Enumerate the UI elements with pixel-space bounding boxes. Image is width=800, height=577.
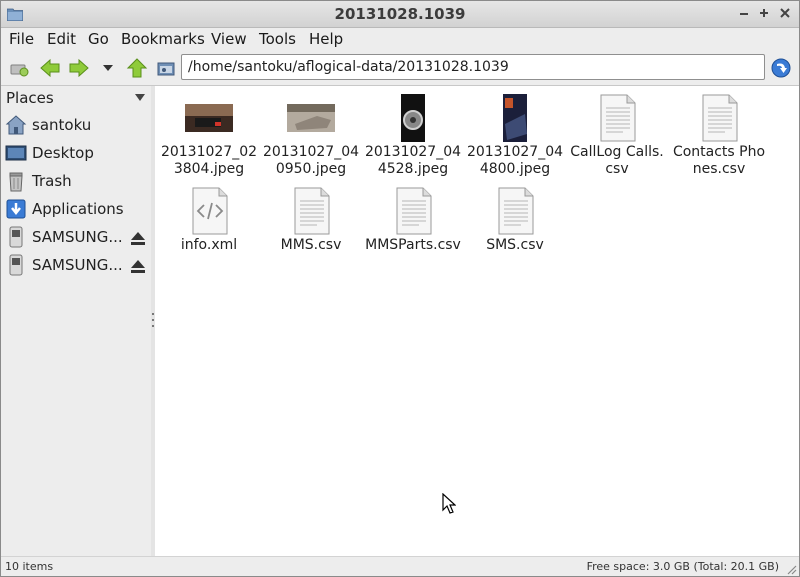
plus-icon	[760, 9, 768, 17]
back-arrow-icon	[40, 58, 60, 78]
resize-grip-icon[interactable]	[785, 563, 797, 575]
eject-icon[interactable]	[130, 231, 146, 245]
text-document-icon	[702, 94, 738, 142]
menu-help[interactable]: Help	[309, 28, 343, 51]
file-name: 20131027_023804.jpeg	[160, 144, 258, 177]
sidebar-item-label: SAMSUNG...	[32, 228, 123, 246]
menu-bar: File Edit Go Bookmarks View Tools Help	[1, 28, 799, 51]
file-name: 20131027_044800.jpeg	[466, 144, 564, 177]
file-name: SMS.csv	[486, 237, 544, 253]
trash-icon	[9, 172, 23, 192]
go-button[interactable]	[770, 57, 792, 79]
back-button[interactable]	[39, 57, 61, 79]
forward-button[interactable]	[68, 57, 90, 79]
text-document-icon	[294, 187, 330, 235]
sidebar-item-label: SAMSUNG...	[32, 256, 123, 274]
file-name: info.xml	[180, 237, 238, 253]
home-icon	[5, 115, 27, 135]
menu-file[interactable]: File	[9, 28, 34, 51]
sidebar-item-desktop[interactable]: Desktop	[1, 139, 151, 167]
sidebar-item-label: Trash	[32, 172, 72, 190]
menu-go[interactable]: Go	[88, 28, 109, 51]
file-name: MMS.csv	[280, 237, 342, 253]
location-icon-button[interactable]	[155, 57, 177, 79]
forward-arrow-icon	[69, 58, 89, 78]
mouse-pointer-icon	[442, 493, 456, 514]
item-count: 10 items	[5, 560, 54, 573]
up-button[interactable]	[126, 57, 148, 79]
chevron-down-icon[interactable]	[135, 94, 145, 101]
drive-icon	[9, 254, 23, 276]
maximize-button[interactable]	[755, 4, 773, 22]
text-document-icon	[600, 94, 636, 142]
text-document-icon	[396, 187, 432, 235]
close-icon	[780, 8, 790, 18]
minimize-icon	[740, 13, 748, 15]
drive-icon	[9, 226, 23, 248]
history-dropdown-button[interactable]	[97, 57, 119, 79]
folder-location-icon	[157, 62, 175, 76]
file-name: 20131027_044528.jpeg	[364, 144, 462, 177]
text-document-icon	[498, 187, 534, 235]
sidebar-item-applications[interactable]: Applications	[1, 195, 151, 223]
menu-view[interactable]: View	[211, 28, 247, 51]
applications-icon	[6, 199, 26, 219]
status-bar: 10 items Free space: 3.0 GB (Total: 20.1…	[1, 556, 799, 576]
title-bar[interactable]: 20131028.1039	[1, 1, 799, 28]
desktop-icon	[5, 145, 27, 161]
new-tab-icon	[10, 64, 29, 77]
sidebar-item-home[interactable]: santoku	[1, 111, 151, 139]
file-view[interactable]: 20131027_023804.jpeg 20131027_040950.jpe…	[155, 86, 799, 556]
file-name: 20131027_040950.jpeg	[262, 144, 360, 177]
xml-document-icon	[192, 187, 228, 235]
menu-edit[interactable]: Edit	[47, 28, 76, 51]
sidebar-item-trash[interactable]: Trash	[1, 167, 151, 195]
free-space: Free space: 3.0 GB (Total: 20.1 GB)	[586, 560, 779, 573]
dropdown-arrow-icon	[103, 65, 113, 71]
minimize-button[interactable]	[735, 4, 753, 22]
file-name: MMSParts.csv	[365, 237, 461, 253]
file-name: CallLog Calls.csv	[570, 144, 664, 177]
file-name: Contacts Phones.csv	[672, 144, 766, 177]
sidebar-item-label: santoku	[32, 116, 92, 134]
image-thumbnail-icon	[401, 94, 425, 142]
sidebar-item-samsung-2[interactable]: SAMSUNG...	[1, 251, 151, 279]
menu-tools[interactable]: Tools	[259, 28, 296, 51]
path-bar[interactable]	[181, 54, 765, 80]
window-title: 20131028.1039	[334, 5, 466, 23]
up-arrow-icon	[126, 58, 148, 78]
sidebar-item-samsung-1[interactable]: SAMSUNG...	[1, 223, 151, 251]
menu-bookmarks[interactable]: Bookmarks	[121, 28, 205, 51]
file-manager-window: 20131028.1039 File Edit Go Bookmarks Vie…	[0, 0, 800, 577]
places-sidebar: Places santoku Desktop Trash Application…	[1, 86, 151, 556]
refresh-arrow-icon	[771, 58, 791, 78]
path-input[interactable]	[182, 55, 758, 79]
close-button[interactable]	[776, 4, 794, 22]
places-header[interactable]: Places	[1, 86, 151, 110]
sidebar-item-label: Applications	[32, 200, 124, 218]
image-thumbnail-icon	[287, 104, 335, 132]
new-tab-button[interactable]	[8, 57, 30, 79]
image-thumbnail-icon	[185, 104, 233, 132]
places-title: Places	[6, 89, 54, 107]
splitter-grip-icon[interactable]	[152, 313, 154, 327]
eject-icon[interactable]	[130, 259, 146, 273]
sidebar-item-label: Desktop	[32, 144, 94, 162]
image-thumbnail-icon	[503, 94, 527, 142]
